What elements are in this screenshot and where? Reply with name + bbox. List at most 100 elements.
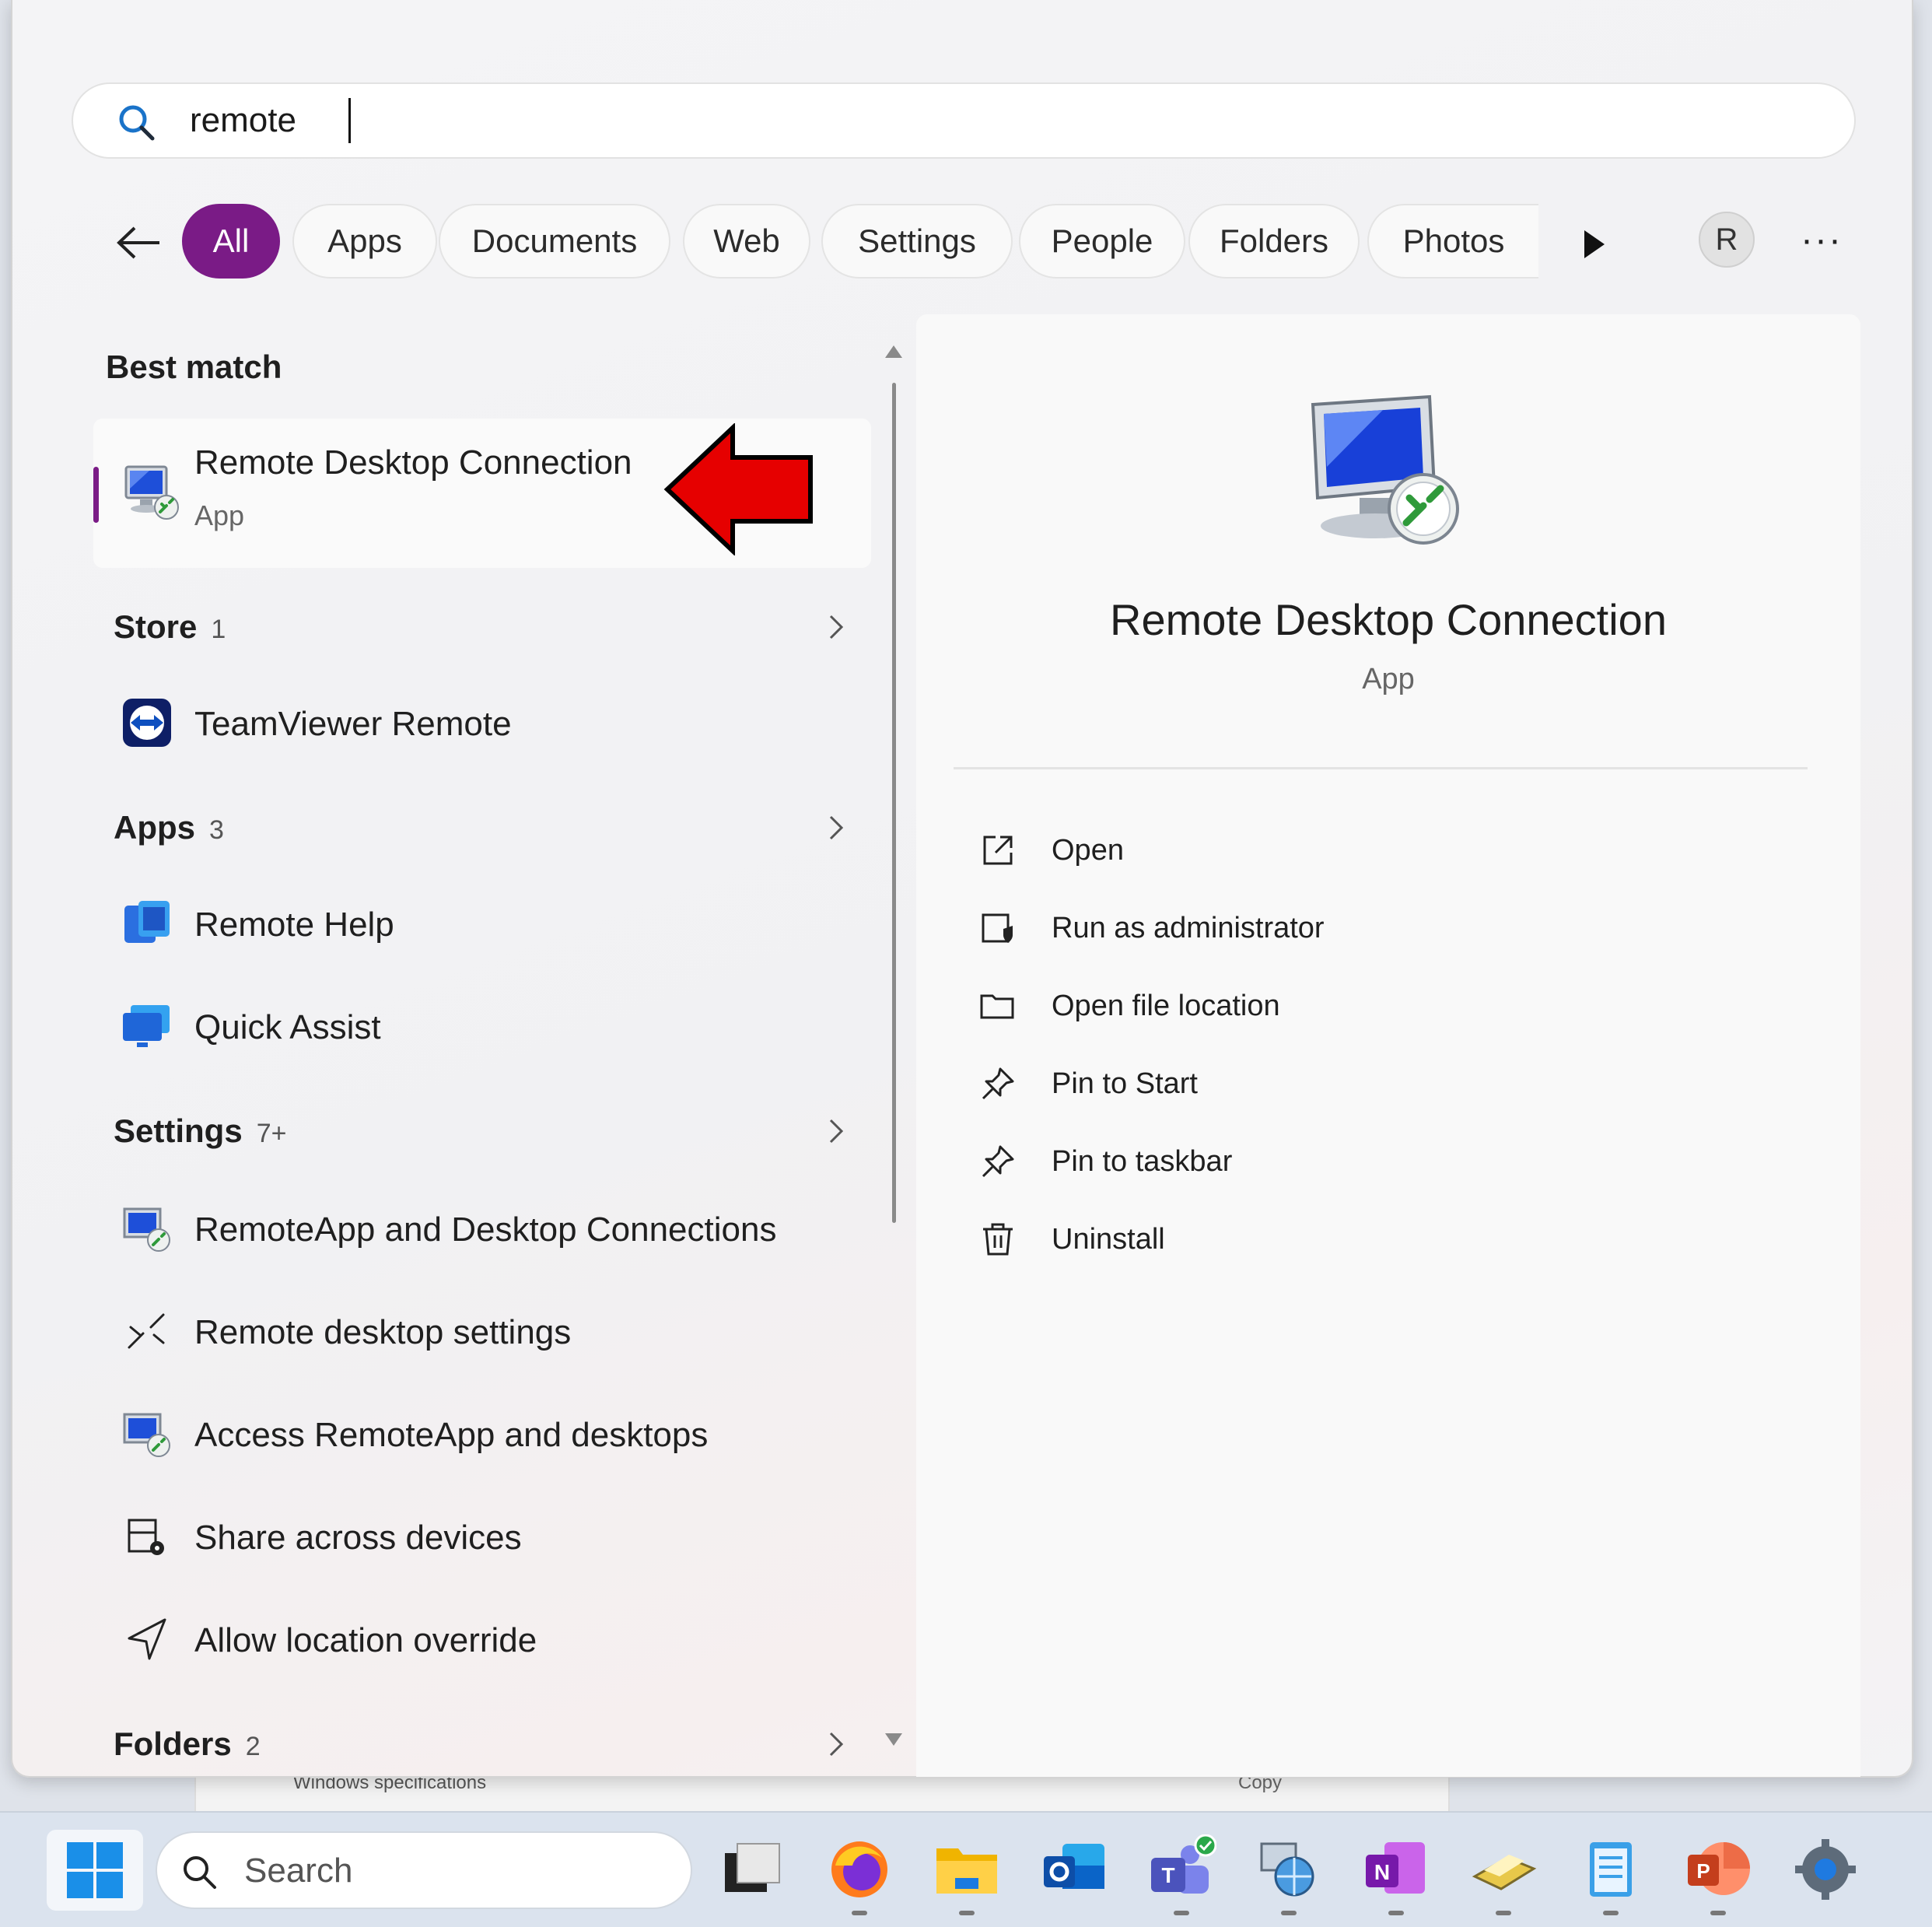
text-caret <box>348 98 351 143</box>
start-button[interactable] <box>47 1830 143 1911</box>
scrollbar-thumb[interactable] <box>892 383 896 1223</box>
details-subtitle: App <box>1362 663 1415 695</box>
taskbar: Search T N P <box>0 1811 1932 1927</box>
search-input[interactable] <box>188 95 1747 146</box>
setting-item-remoteapp-connections[interactable]: RemoteApp and Desktop Connections <box>114 1190 860 1268</box>
more-filters-button[interactable] <box>1571 221 1618 268</box>
taskbar-search[interactable]: Search <box>156 1831 692 1909</box>
app-item-label: Remote Help <box>194 906 394 944</box>
settings-section-title: Settings <box>114 1112 243 1149</box>
more-options-button[interactable]: ··· <box>1794 212 1850 268</box>
svg-text:N: N <box>1374 1860 1390 1884</box>
filter-apps[interactable]: Apps <box>292 204 437 279</box>
store-section-title: Store <box>114 608 198 645</box>
play-arrow-icon <box>1584 230 1605 258</box>
folders-count: 2 <box>245 1732 261 1761</box>
filter-photos[interactable]: Photos <box>1367 204 1538 279</box>
setting-item-allow-location-override[interactable]: Allow location override <box>114 1601 860 1679</box>
setting-item-share-across-devices[interactable]: Share across devices <box>114 1498 860 1576</box>
setting-item-label: Access RemoteApp and desktops <box>194 1416 709 1454</box>
remoteapp-icon <box>123 1413 170 1457</box>
filter-documents[interactable]: Documents <box>439 204 670 279</box>
location-arrow-icon <box>128 1618 166 1660</box>
running-indicator <box>1388 1911 1404 1915</box>
svg-text:P: P <box>1696 1859 1710 1883</box>
shield-window-icon <box>982 913 1013 943</box>
user-avatar[interactable]: R <box>1699 212 1755 268</box>
scroll-up-arrow-icon[interactable] <box>882 341 905 364</box>
folder-icon <box>980 994 1014 1019</box>
trash-icon <box>983 1223 1013 1256</box>
filter-settings[interactable]: Settings <box>821 204 1013 279</box>
best-match-type: App <box>194 499 245 531</box>
app-item-remote-help[interactable]: Remote Help <box>114 885 860 963</box>
action-pin-to-taskbar[interactable]: Pin to taskbar <box>978 1126 1678 1196</box>
filter-folders[interactable]: Folders <box>1188 204 1360 279</box>
setting-item-access-remoteapp[interactable]: Access RemoteApp and desktops <box>114 1396 860 1473</box>
scroll-down-arrow-icon[interactable] <box>882 1727 905 1750</box>
store-item-label: TeamViewer Remote <box>194 705 512 743</box>
running-indicator <box>852 1911 867 1915</box>
firefox-icon[interactable] <box>824 1834 894 1904</box>
apps-section-title: Apps <box>114 809 195 846</box>
search-icon <box>184 1856 216 1889</box>
powerpoint-icon[interactable]: P <box>1683 1834 1753 1904</box>
action-open-file-location[interactable]: Open file location <box>978 971 1678 1041</box>
outlook-icon[interactable] <box>1039 1834 1109 1904</box>
best-match-heading: Best match <box>106 349 282 385</box>
filter-web[interactable]: Web <box>683 204 810 279</box>
network-icon[interactable] <box>1254 1834 1324 1904</box>
remote-desktop-icon <box>124 465 179 520</box>
chevron-right-icon[interactable] <box>821 1729 852 1760</box>
settings-count: 7+ <box>256 1119 287 1148</box>
apps-section-heading[interactable]: Apps 3 <box>114 809 224 846</box>
folders-section-title: Folders <box>114 1726 232 1762</box>
chevron-right-icon[interactable] <box>821 611 852 643</box>
windows-logo-icon <box>67 1842 123 1898</box>
action-label: Open file location <box>1052 990 1280 1022</box>
running-indicator <box>959 1911 975 1915</box>
action-run-as-administrator[interactable]: Run as administrator <box>978 893 1678 963</box>
settings-icon[interactable] <box>1790 1834 1860 1904</box>
back-arrow-icon <box>117 226 159 259</box>
action-uninstall[interactable]: Uninstall <box>978 1204 1678 1274</box>
teamviewer-icon <box>123 699 171 747</box>
open-external-icon <box>983 836 1013 865</box>
filter-people[interactable]: People <box>1019 204 1185 279</box>
quick-assist-icon <box>123 1005 170 1047</box>
pin-icon <box>982 1145 1014 1178</box>
share-devices-icon <box>128 1519 164 1555</box>
setting-item-remote-desktop-settings[interactable]: Remote desktop settings <box>114 1293 860 1371</box>
chevron-right-icon[interactable] <box>821 812 852 843</box>
setting-item-label: Remote desktop settings <box>194 1313 572 1351</box>
task-view-icon[interactable] <box>717 1834 787 1904</box>
running-indicator <box>1710 1911 1726 1915</box>
details-pane: Remote Desktop Connection App Open Run a… <box>916 314 1860 1777</box>
chevron-right-icon[interactable] <box>821 1116 852 1147</box>
pin-icon <box>982 1067 1014 1100</box>
store-item-teamviewer[interactable]: TeamViewer Remote <box>114 685 860 762</box>
settings-section-heading[interactable]: Settings 7+ <box>114 1112 286 1150</box>
action-label: Run as administrator <box>1052 912 1325 944</box>
back-button[interactable] <box>104 212 174 274</box>
store-section-heading[interactable]: Store 1 <box>114 608 226 646</box>
remote-desktop-settings-icon <box>128 1313 165 1349</box>
notepad-icon[interactable] <box>1576 1834 1646 1904</box>
action-label: Open <box>1052 834 1124 867</box>
filter-all[interactable]: All <box>182 204 280 279</box>
scanner-icon[interactable] <box>1468 1834 1538 1904</box>
action-open[interactable]: Open <box>978 815 1678 885</box>
app-item-label: Quick Assist <box>194 1008 381 1046</box>
folders-section-heading[interactable]: Folders 2 <box>114 1726 261 1763</box>
action-pin-to-start[interactable]: Pin to Start <box>978 1049 1678 1119</box>
red-arrow-annotation-icon <box>663 423 813 555</box>
action-label: Pin to Start <box>1052 1067 1198 1100</box>
search-box[interactable] <box>72 82 1856 159</box>
app-item-quick-assist[interactable]: Quick Assist <box>114 988 860 1066</box>
onenote-icon[interactable]: N <box>1361 1834 1431 1904</box>
file-explorer-icon[interactable] <box>932 1834 1002 1904</box>
remoteapp-icon <box>123 1207 170 1252</box>
teams-icon[interactable]: T <box>1146 1834 1216 1904</box>
setting-item-label: Share across devices <box>194 1519 522 1557</box>
running-indicator <box>1281 1911 1297 1915</box>
